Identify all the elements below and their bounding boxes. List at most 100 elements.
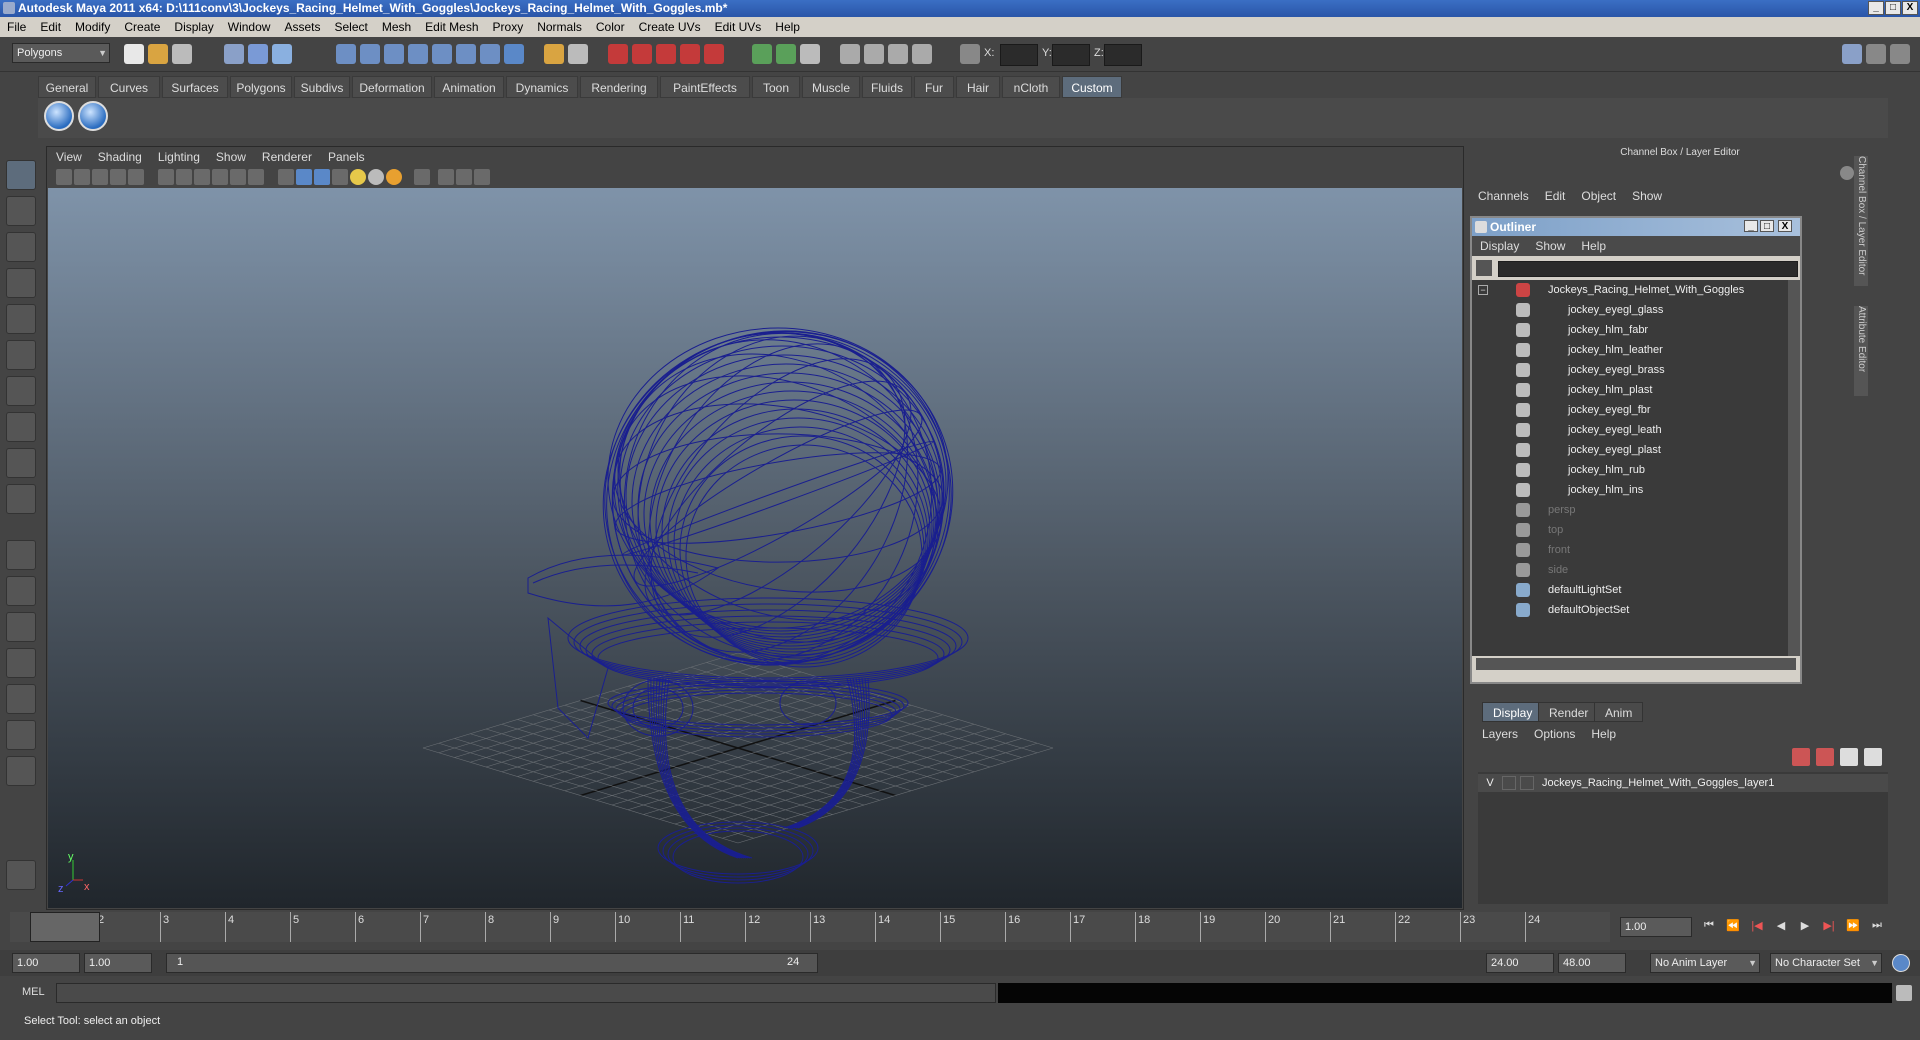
range-slider[interactable]: 1 24 (166, 953, 818, 973)
outliner-item[interactable]: jockey_eyegl_fbr (1472, 400, 1788, 420)
backface-icon[interactable] (474, 169, 490, 185)
all-lights-icon[interactable] (368, 169, 384, 185)
menu-display[interactable]: Display (167, 17, 220, 37)
textured-icon[interactable] (332, 169, 348, 185)
layer-menu-layers[interactable]: Layers (1474, 724, 1526, 744)
select-tool-icon[interactable] (6, 160, 36, 190)
snap-point-icon[interactable] (384, 44, 404, 64)
shelf-tab-muscle[interactable]: Muscle (802, 76, 860, 98)
shelf-tab-custom[interactable]: Custom (1062, 76, 1122, 98)
outliner-item[interactable]: persp (1472, 500, 1788, 520)
layer-playback-toggle[interactable] (1502, 776, 1516, 790)
show-tool-settings-icon[interactable] (776, 44, 796, 64)
script-editor-icon[interactable] (1896, 985, 1912, 1001)
time-slider-track[interactable]: 123456789101112131415161718192021222324 (10, 912, 1610, 942)
layout-extra-icon[interactable] (6, 756, 36, 786)
menu-edit-uvs[interactable]: Edit UVs (708, 17, 769, 37)
outliner-item[interactable]: side (1472, 560, 1788, 580)
lock-icon[interactable] (544, 44, 564, 64)
collapse-icon[interactable]: − (1478, 285, 1488, 295)
shelf-tab-subdivs[interactable]: Subdivs (294, 76, 350, 98)
outliner-item[interactable]: jockey_eyegl_leath (1472, 420, 1788, 440)
channel-box-help-icon[interactable] (1840, 166, 1854, 180)
history-icon[interactable] (456, 44, 476, 64)
vp-menu-panels[interactable]: Panels (320, 148, 373, 166)
vp-menu-view[interactable]: View (48, 148, 90, 166)
outliner-item[interactable]: jockey_hlm_ins (1472, 480, 1788, 500)
menu-edit-mesh[interactable]: Edit Mesh (418, 17, 485, 37)
xray-icon[interactable] (438, 169, 454, 185)
move-tool-icon[interactable] (6, 268, 36, 298)
wireframe-on-shaded-icon[interactable] (314, 169, 330, 185)
smooth-shade-icon[interactable] (296, 169, 312, 185)
show-manip-icon[interactable] (6, 448, 36, 478)
hypershade-icon[interactable] (680, 44, 700, 64)
z-field[interactable] (1104, 44, 1142, 66)
mel-input[interactable] (56, 983, 996, 1003)
outliner-maximize-button[interactable]: □ (1760, 220, 1774, 232)
outliner-minimize-button[interactable]: _ (1744, 220, 1758, 232)
side-tab-attribute-editor[interactable]: Attribute Editor (1854, 306, 1868, 396)
field-chart-icon[interactable] (212, 169, 228, 185)
layer-tab-anim[interactable]: Anim (1594, 702, 1644, 722)
show-attribute-editor-icon[interactable] (800, 44, 820, 64)
snap-surface-icon[interactable] (432, 44, 452, 64)
go-to-start-icon[interactable]: ⏮ (1700, 919, 1718, 937)
shelf-tab-toon[interactable]: Toon (752, 76, 800, 98)
step-back-frame-icon[interactable]: |◀ (1748, 919, 1766, 937)
outliner-item[interactable]: defaultObjectSet (1472, 600, 1788, 620)
camera-attr-icon[interactable] (74, 169, 90, 185)
gate-mask-icon[interactable] (194, 169, 210, 185)
step-forward-key-icon[interactable]: ⏩ (1844, 919, 1862, 937)
menu-modify[interactable]: Modify (68, 17, 117, 37)
maximize-button[interactable]: □ (1885, 1, 1901, 15)
render-frame-icon[interactable] (608, 44, 628, 64)
default-light-icon[interactable] (350, 169, 366, 185)
menu-mesh[interactable]: Mesh (375, 17, 418, 37)
cb-menu-channels[interactable]: Channels (1470, 186, 1537, 206)
paint-select-tool-icon[interactable] (6, 232, 36, 262)
image-plane-icon[interactable] (110, 169, 126, 185)
check-icon-2[interactable] (78, 101, 108, 131)
go-to-end-icon[interactable]: ⏭ (1868, 919, 1886, 937)
toggle-tool-settings-icon[interactable] (1866, 44, 1886, 64)
layout-4-icon[interactable] (912, 44, 932, 64)
new-scene-icon[interactable] (124, 44, 144, 64)
wireframe-icon[interactable] (278, 169, 294, 185)
shelf-tab-dynamics[interactable]: Dynamics (506, 76, 578, 98)
outliner-item[interactable]: jockey_hlm_plast (1472, 380, 1788, 400)
layout-3-icon[interactable] (888, 44, 908, 64)
select-hierarchy-icon[interactable] (224, 44, 244, 64)
toggle-channel-box-icon[interactable] (1890, 44, 1910, 64)
new-layer-selected-icon[interactable] (1864, 748, 1882, 766)
shelf-tab-fluids[interactable]: Fluids (862, 76, 912, 98)
menu-file[interactable]: File (0, 17, 33, 37)
play-forward-icon[interactable]: ▶ (1796, 919, 1814, 937)
shelf-tab-animation[interactable]: Animation (434, 76, 504, 98)
menu-proxy[interactable]: Proxy (486, 17, 531, 37)
help-question-icon[interactable] (504, 44, 524, 64)
vp-menu-show[interactable]: Show (208, 148, 254, 166)
menu-normals[interactable]: Normals (530, 17, 589, 37)
layout-1-icon[interactable] (840, 44, 860, 64)
outliner-hscrollbar[interactable] (1476, 658, 1796, 670)
universal-manip-icon[interactable] (6, 376, 36, 406)
current-time-marker[interactable] (30, 912, 100, 942)
four-view-layout-icon[interactable] (6, 576, 36, 606)
x-field[interactable] (1000, 44, 1038, 66)
save-scene-icon[interactable] (172, 44, 192, 64)
side-tab-channel-box[interactable]: Channel Box / Layer Editor (1854, 156, 1868, 286)
step-back-key-icon[interactable]: ⏪ (1724, 919, 1742, 937)
outliner-item[interactable]: jockey_hlm_leather (1472, 340, 1788, 360)
auto-key-icon[interactable] (1892, 954, 1910, 972)
ipr-render-icon[interactable] (632, 44, 652, 64)
outliner-item[interactable]: jockey_hlm_fabr (1472, 320, 1788, 340)
playback-start-field[interactable]: 1.00 (84, 953, 152, 973)
filter-icon[interactable] (1476, 260, 1492, 276)
check-icon[interactable] (44, 101, 74, 131)
menu-edit[interactable]: Edit (33, 17, 68, 37)
cb-menu-object[interactable]: Object (1573, 186, 1624, 206)
shelf-tab-rendering[interactable]: Rendering (580, 76, 658, 98)
outliner-item[interactable]: jockey_eyegl_brass (1472, 360, 1788, 380)
input-ops-icon[interactable] (568, 44, 588, 64)
